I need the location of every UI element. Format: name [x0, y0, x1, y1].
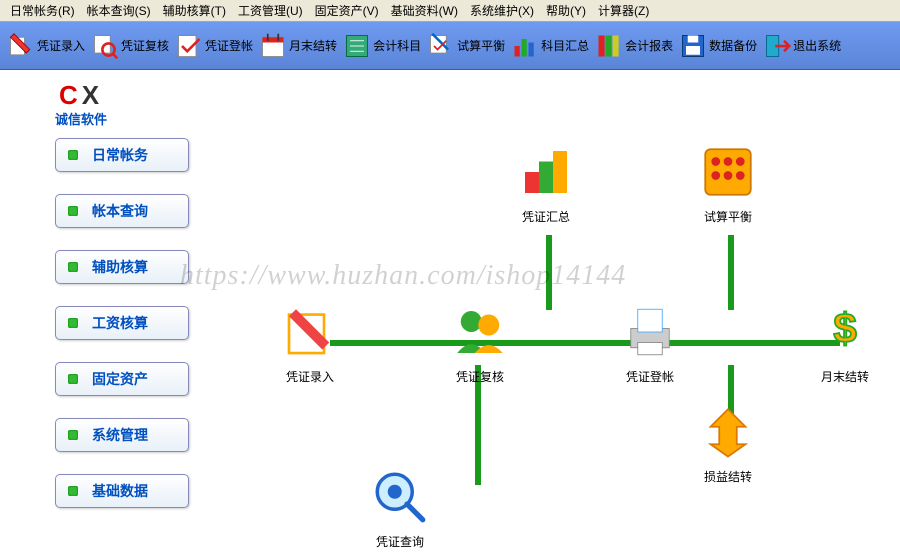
tool-label: 科目汇总 — [541, 37, 589, 54]
arrow-down-icon — [696, 400, 760, 464]
menu-ledger[interactable]: 帐本查询(S) — [81, 0, 157, 21]
tool-label: 会计报表 — [625, 37, 673, 54]
menu-daily[interactable]: 日常帐务(R) — [4, 0, 81, 21]
tool-label: 月末结转 — [289, 37, 337, 54]
wf-label: 凭证复核 — [440, 368, 520, 385]
sidebar: 日常帐务 帐本查询 辅助核算 工资核算 固定资产 系统管理 基础数据 — [55, 138, 189, 530]
tool-backup[interactable]: 数据备份 — [676, 26, 760, 66]
tool-voucher-review[interactable]: 凭证复核 — [88, 26, 172, 66]
tool-label: 会计科目 — [373, 37, 421, 54]
tool-month-end[interactable]: 月末结转 — [256, 26, 340, 66]
tool-trial-balance[interactable]: 试算平衡 — [424, 26, 508, 66]
sidebar-aux[interactable]: 辅助核算 — [55, 250, 189, 284]
connector — [728, 235, 734, 310]
tool-account-summary[interactable]: 科目汇总 — [508, 26, 592, 66]
menu-calc[interactable]: 计算器(Z) — [592, 0, 655, 21]
bullet-icon — [68, 262, 78, 272]
pen-doc-icon — [7, 30, 35, 62]
tool-label: 数据备份 — [709, 37, 757, 54]
tool-reports[interactable]: 会计报表 — [592, 26, 676, 66]
blocks-icon — [514, 140, 578, 204]
workflow-diagram: 凭证汇总 试算平衡 凭证录入 凭证复核 凭证登帐 $ 月末结转 损益结转 — [250, 130, 890, 553]
tool-label: 凭证登帐 — [205, 37, 253, 54]
eye-magnifier-icon — [368, 465, 432, 529]
people-icon — [448, 300, 512, 364]
sidebar-label: 辅助核算 — [92, 257, 148, 277]
logo-cx: CX — [55, 80, 107, 111]
tool-exit[interactable]: 退出系统 — [760, 26, 844, 66]
wf-review[interactable]: 凭证复核 — [440, 300, 520, 385]
bullet-icon — [68, 486, 78, 496]
tool-label: 退出系统 — [793, 37, 841, 54]
connector — [546, 235, 552, 310]
bullet-icon — [68, 374, 78, 384]
wf-query[interactable]: 凭证查询 — [360, 465, 440, 550]
wf-label: 凭证录入 — [270, 368, 350, 385]
sidebar-label: 帐本查询 — [92, 201, 148, 221]
logo: CX 诚信软件 — [55, 80, 107, 128]
sidebar-label: 系统管理 — [92, 425, 148, 445]
menu-salary[interactable]: 工资管理(U) — [232, 0, 309, 21]
wf-entry[interactable]: 凭证录入 — [270, 300, 350, 385]
menu-base[interactable]: 基础资料(W) — [385, 0, 464, 21]
menubar: 日常帐务(R) 帐本查询(S) 辅助核算(T) 工资管理(U) 固定资产(V) … — [0, 0, 900, 22]
pen-check-icon — [427, 30, 455, 62]
wf-label: 损益结转 — [688, 468, 768, 485]
bullet-icon — [68, 430, 78, 440]
sidebar-label: 固定资产 — [92, 369, 148, 389]
abacus-icon — [696, 140, 760, 204]
sliders-icon — [343, 30, 371, 62]
wf-label: 凭证查询 — [360, 533, 440, 550]
wf-label: 月末结转 — [805, 368, 885, 385]
wf-post[interactable]: 凭证登帐 — [610, 300, 690, 385]
bullet-icon — [68, 150, 78, 160]
tool-label: 凭证复核 — [121, 37, 169, 54]
menu-help[interactable]: 帮助(Y) — [540, 0, 592, 21]
main-area: CX 诚信软件 日常帐务 帐本查询 辅助核算 工资核算 固定资产 系统管理 基础… — [0, 70, 900, 553]
tool-voucher-post[interactable]: 凭证登帐 — [172, 26, 256, 66]
bullet-icon — [68, 318, 78, 328]
books-icon — [595, 30, 623, 62]
sidebar-assets[interactable]: 固定资产 — [55, 362, 189, 396]
tool-label: 凭证录入 — [37, 37, 85, 54]
svg-text:$: $ — [833, 305, 856, 352]
logo-subtitle: 诚信软件 — [55, 109, 107, 128]
sidebar-salary[interactable]: 工资核算 — [55, 306, 189, 340]
sidebar-basedata[interactable]: 基础数据 — [55, 474, 189, 508]
tool-accounts[interactable]: 会计科目 — [340, 26, 424, 66]
wf-monthend[interactable]: $ 月末结转 — [805, 300, 885, 385]
wf-label: 试算平衡 — [688, 208, 768, 225]
bullet-icon — [68, 206, 78, 216]
calendar-icon — [259, 30, 287, 62]
sidebar-label: 工资核算 — [92, 313, 148, 333]
menu-sys[interactable]: 系统维护(X) — [464, 0, 540, 21]
wf-label: 凭证登帐 — [610, 368, 690, 385]
menu-assets[interactable]: 固定资产(V) — [309, 0, 385, 21]
connector — [330, 340, 840, 346]
bar-chart-icon — [511, 30, 539, 62]
tool-label: 试算平衡 — [457, 37, 505, 54]
sidebar-label: 日常帐务 — [92, 145, 148, 165]
sidebar-daily[interactable]: 日常帐务 — [55, 138, 189, 172]
printer-doc-icon — [618, 300, 682, 364]
menu-aux[interactable]: 辅助核算(T) — [157, 0, 232, 21]
exit-door-icon — [763, 30, 791, 62]
toolbar: 凭证录入 凭证复核 凭证登帐 月末结转 会计科目 试算平衡 科目汇总 会计报表 … — [0, 22, 900, 70]
wf-trial[interactable]: 试算平衡 — [688, 140, 768, 225]
sidebar-label: 基础数据 — [92, 481, 148, 501]
magnifier-doc-icon — [91, 30, 119, 62]
tool-voucher-entry[interactable]: 凭证录入 — [4, 26, 88, 66]
sidebar-sysmgmt[interactable]: 系统管理 — [55, 418, 189, 452]
dollar-cycle-icon: $ — [813, 300, 877, 364]
wf-summary[interactable]: 凭证汇总 — [506, 140, 586, 225]
wf-label: 凭证汇总 — [506, 208, 586, 225]
disk-icon — [679, 30, 707, 62]
wf-profit[interactable]: 损益结转 — [688, 400, 768, 485]
pen-note-icon — [278, 300, 342, 364]
book-check-icon — [175, 30, 203, 62]
sidebar-ledger[interactable]: 帐本查询 — [55, 194, 189, 228]
